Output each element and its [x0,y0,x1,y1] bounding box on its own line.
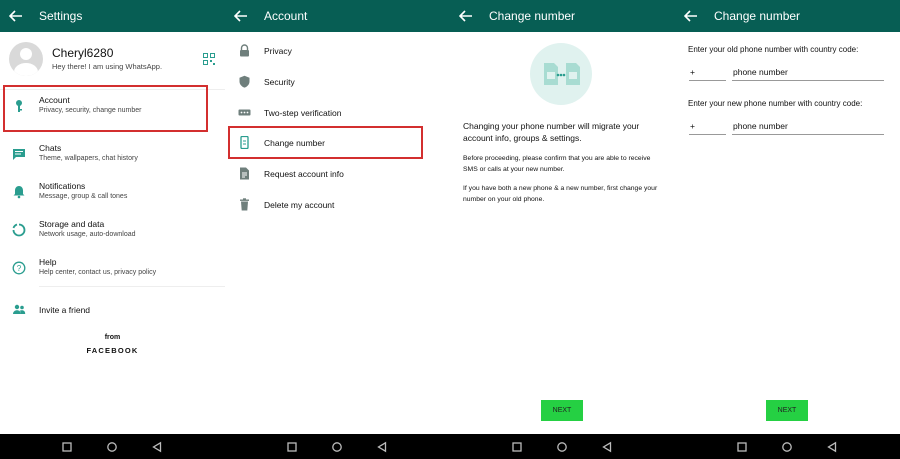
home-icon[interactable] [105,440,119,454]
android-navbar [225,434,450,459]
settings-item-notifications[interactable]: Notifications Message, group & call tone… [0,174,225,210]
shield-icon [239,75,250,88]
change-number-appbar: Change number [450,0,675,32]
lock-icon [240,44,249,57]
settings-item-help[interactable]: ? Help Help center, contact us, privacy … [0,250,225,286]
back-arrow-icon[interactable] [684,8,698,24]
back-arrow-icon[interactable] [234,8,248,24]
recent-apps-icon[interactable] [735,440,749,454]
invite-friend-label: Invite a friend [39,305,91,315]
svg-text:?: ? [17,264,22,273]
account-screen: Account Privacy Security Two-step verifi… [225,0,450,459]
back-nav-icon[interactable] [825,440,839,454]
android-navbar [675,434,900,459]
recent-apps-icon[interactable] [285,440,299,454]
facebook-logo: FACEBOOK [86,346,139,355]
settings-item-label: Help [39,257,57,267]
settings-appbar: Settings [0,0,225,32]
account-item-label: Security [264,77,295,87]
new-number-prompt: Enter your new phone number with country… [688,99,863,108]
screens-strip: Settings Cheryl6280 Hey there! I am usin… [0,0,900,459]
settings-item-sub: Help center, contact us, privacy policy [39,269,157,276]
qr-code-icon[interactable] [203,53,215,65]
people-icon [13,304,26,314]
account-item-privacy[interactable]: Privacy [225,36,450,66]
page-title: Account [264,9,308,23]
change-number-form-screen: Change number Enter your old phone numbe… [675,0,900,459]
old-country-code-input[interactable]: + [689,67,726,81]
account-item-two-step[interactable]: Two-step verification [225,98,450,128]
android-navbar [450,434,675,459]
next-button[interactable]: NEXT [766,400,808,421]
help-icon: ? [12,261,26,275]
page-title: Settings [39,9,83,23]
intro-confirm-text: Before proceeding, please confirm that y… [463,155,651,173]
intro-main-text: Changing your phone number will migrate … [463,121,640,143]
account-item-label: Privacy [264,46,292,56]
invite-friend-row[interactable]: Invite a friend [0,291,225,327]
settings-item-label: Notifications [39,181,86,191]
divider [39,286,225,287]
android-navbar [0,434,225,459]
change-number-appbar: Change number [675,0,900,32]
new-phone-number-input[interactable]: phone number [732,121,884,135]
profile-name: Cheryl6280 [52,46,114,60]
sim-cards-icon [544,63,580,85]
back-nav-icon[interactable] [375,440,389,454]
back-arrow-icon[interactable] [459,8,473,24]
dots-icon [238,109,251,116]
next-button[interactable]: NEXT [541,400,583,421]
account-appbar: Account [225,0,450,32]
recent-apps-icon[interactable] [60,440,74,454]
storage-icon [12,223,26,237]
home-icon[interactable] [780,440,794,454]
old-phone-number-input[interactable]: phone number [732,67,884,81]
page-title: Change number [489,9,576,23]
settings-item-label: Storage and data [39,219,105,229]
account-item-delete[interactable]: Delete my account [225,190,450,220]
intro-old-phone-text: If you have both a new phone & a new num… [463,185,658,203]
change-number-intro-screen: Change number Changing your phone number… [450,0,675,459]
old-number-prompt: Enter your old phone number with country… [688,45,859,54]
settings-item-label: Chats [39,143,62,153]
highlight-box-change-number [228,126,423,159]
new-country-code-input[interactable]: + [689,121,726,135]
highlight-box-account [3,85,208,132]
back-nav-icon[interactable] [600,440,614,454]
account-item-label: Delete my account [264,200,335,210]
settings-item-sub: Message, group & call tones [39,193,128,200]
home-icon[interactable] [555,440,569,454]
home-icon[interactable] [330,440,344,454]
document-icon [240,167,249,180]
trash-icon [240,198,249,211]
account-item-request-info[interactable]: Request account info [225,159,450,189]
recent-apps-icon[interactable] [510,440,524,454]
sim-change-illustration [530,43,592,105]
settings-item-sub: Network usage, auto-download [39,231,136,238]
account-item-label: Two-step verification [264,108,342,118]
avatar[interactable] [9,42,43,76]
from-label: from [104,334,121,341]
settings-item-storage[interactable]: Storage and data Network usage, auto-dow… [0,212,225,248]
page-title: Change number [714,9,801,23]
back-arrow-icon[interactable] [9,8,23,24]
settings-item-sub: Theme, wallpapers, chat history [39,155,138,162]
back-nav-icon[interactable] [150,440,164,454]
settings-item-chats[interactable]: Chats Theme, wallpapers, chat history [0,136,225,172]
account-item-label: Request account info [264,169,344,179]
profile-row[interactable]: Cheryl6280 Hey there! I am using WhatsAp… [0,32,225,90]
chat-icon [13,149,25,160]
settings-screen: Settings Cheryl6280 Hey there! I am usin… [0,0,225,459]
profile-status: Hey there! I am using WhatsApp. [52,62,163,71]
account-item-security[interactable]: Security [225,67,450,97]
bell-icon [13,186,25,199]
